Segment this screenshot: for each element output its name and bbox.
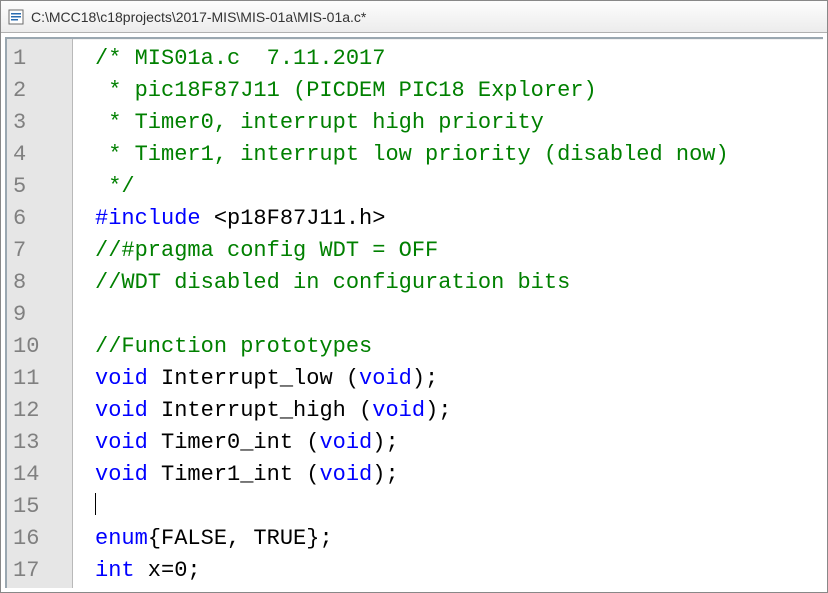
code-line[interactable]: //WDT disabled in configuration bits — [95, 267, 823, 299]
code-token: * Timer1, interrupt low priority (disabl… — [95, 142, 729, 167]
code-token: void — [359, 366, 412, 391]
line-number-gutter: 1234567891011121314151617 — [7, 39, 73, 588]
code-token: void — [95, 366, 148, 391]
code-line[interactable]: * Timer0, interrupt high priority — [95, 107, 823, 139]
code-line[interactable]: void Interrupt_high (void); — [95, 395, 823, 427]
code-line[interactable]: #include <p18F87J11.h> — [95, 203, 823, 235]
code-token: Interrupt_low ( — [148, 366, 359, 391]
code-line[interactable]: */ — [95, 171, 823, 203]
code-token: int — [95, 558, 135, 583]
code-line[interactable]: int x=0; — [95, 555, 823, 587]
line-number: 7 — [7, 235, 72, 267]
line-number: 17 — [7, 555, 72, 587]
code-token: /* MIS01a.c 7.11.2017 — [95, 46, 385, 71]
code-token: Interrupt_high ( — [148, 398, 372, 423]
code-token: */ — [95, 174, 135, 199]
line-number: 9 — [7, 299, 72, 331]
code-token: void — [319, 462, 372, 487]
window-title: C:\MCC18\c18projects\2017-MIS\MIS-01a\MI… — [31, 9, 366, 25]
line-number: 12 — [7, 395, 72, 427]
code-token: x=0; — [135, 558, 201, 583]
code-token: * Timer0, interrupt high priority — [95, 110, 544, 135]
line-number: 11 — [7, 363, 72, 395]
code-area[interactable]: /* MIS01a.c 7.11.2017 * pic18F87J11 (PIC… — [73, 39, 823, 588]
editor-window: C:\MCC18\c18projects\2017-MIS\MIS-01a\MI… — [0, 0, 828, 593]
titlebar[interactable]: C:\MCC18\c18projects\2017-MIS\MIS-01a\MI… — [1, 1, 827, 33]
code-token: {FALSE, TRUE}; — [148, 526, 333, 551]
code-token: void — [319, 430, 372, 455]
code-token: ); — [372, 462, 398, 487]
code-token: Timer1_int ( — [148, 462, 320, 487]
c-source-icon — [7, 8, 25, 26]
code-token: void — [95, 398, 148, 423]
code-token: //Function prototypes — [95, 334, 372, 359]
line-number: 13 — [7, 427, 72, 459]
code-token: //WDT disabled in configuration bits — [95, 270, 570, 295]
code-token: //#pragma config WDT = OFF — [95, 238, 438, 263]
code-line[interactable]: * Timer1, interrupt low priority (disabl… — [95, 139, 823, 171]
code-token: void — [372, 398, 425, 423]
line-number: 5 — [7, 171, 72, 203]
line-number: 10 — [7, 331, 72, 363]
line-number: 1 — [7, 43, 72, 75]
code-token: ); — [412, 366, 438, 391]
code-line[interactable]: * pic18F87J11 (PICDEM PIC18 Explorer) — [95, 75, 823, 107]
code-token: void — [95, 462, 148, 487]
code-line[interactable]: void Timer0_int (void); — [95, 427, 823, 459]
line-number: 4 — [7, 139, 72, 171]
code-line[interactable]: //Function prototypes — [95, 331, 823, 363]
code-line[interactable]: /* MIS01a.c 7.11.2017 — [95, 43, 823, 75]
line-number: 6 — [7, 203, 72, 235]
code-token: Timer0_int ( — [148, 430, 320, 455]
code-token: #include — [95, 206, 214, 231]
line-number: 3 — [7, 107, 72, 139]
code-editor[interactable]: 1234567891011121314151617 /* MIS01a.c 7.… — [5, 37, 823, 588]
code-token: ); — [425, 398, 451, 423]
line-number: 8 — [7, 267, 72, 299]
code-line[interactable]: void Interrupt_low (void); — [95, 363, 823, 395]
code-token: * pic18F87J11 (PICDEM PIC18 Explorer) — [95, 78, 597, 103]
code-line[interactable]: void Timer1_int (void); — [95, 459, 823, 491]
code-token: <p18F87J11.h> — [214, 206, 386, 231]
text-caret — [95, 493, 96, 515]
code-token: ); — [372, 430, 398, 455]
line-number: 16 — [7, 523, 72, 555]
code-token: void — [95, 430, 148, 455]
code-token: enum — [95, 526, 148, 551]
code-line[interactable]: //#pragma config WDT = OFF — [95, 235, 823, 267]
line-number: 15 — [7, 491, 72, 523]
line-number: 2 — [7, 75, 72, 107]
line-number: 14 — [7, 459, 72, 491]
code-line[interactable] — [95, 299, 823, 331]
code-line[interactable]: enum{FALSE, TRUE}; — [95, 523, 823, 555]
code-line[interactable] — [95, 491, 823, 523]
